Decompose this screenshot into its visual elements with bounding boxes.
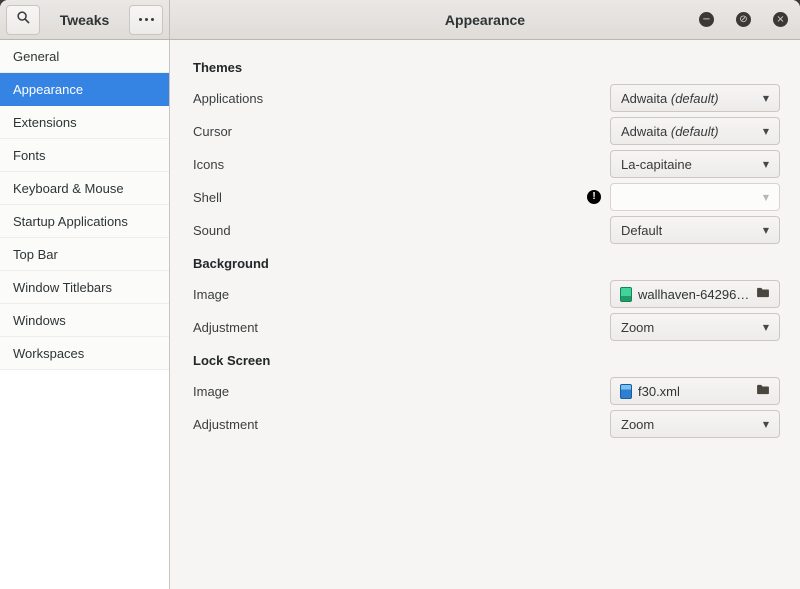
chevron-down-icon: ▼ bbox=[763, 127, 769, 136]
cursor-theme-dropdown[interactable]: Adwaita (default) ▼ bbox=[610, 117, 780, 145]
row-sound: Sound Default ▼ bbox=[193, 216, 780, 244]
maximize-button[interactable]: ⊘ bbox=[736, 12, 751, 27]
app-title: Tweaks bbox=[60, 12, 110, 28]
image-thumbnail-icon bbox=[620, 287, 632, 302]
folder-icon bbox=[756, 285, 770, 303]
sidebar-item-extensions[interactable]: Extensions bbox=[0, 106, 169, 139]
page-title: Appearance bbox=[445, 12, 525, 28]
row-cursor: Cursor Adwaita (default) ▼ bbox=[193, 117, 780, 145]
background-image-file-button[interactable]: wallhaven-64296.jpg bbox=[610, 280, 780, 308]
row-shell: Shell ! ▼ bbox=[193, 183, 780, 211]
close-button[interactable]: × bbox=[773, 12, 788, 27]
background-adjustment-dropdown[interactable]: Zoom ▼ bbox=[610, 313, 780, 341]
sound-label: Sound bbox=[193, 223, 231, 238]
background-image-label: Image bbox=[193, 287, 229, 302]
shell-theme-dropdown: ▼ bbox=[610, 183, 780, 211]
row-lockscreen-image: Image f30.xml bbox=[193, 377, 780, 405]
lockscreen-adjustment-dropdown[interactable]: Zoom ▼ bbox=[610, 410, 780, 438]
lockscreen-image-label: Image bbox=[193, 384, 229, 399]
chevron-down-icon: ▼ bbox=[763, 94, 769, 103]
row-icons: Icons La-capitaine ▼ bbox=[193, 150, 780, 178]
background-adjustment-label: Adjustment bbox=[193, 320, 258, 335]
chevron-down-icon: ▼ bbox=[763, 193, 769, 202]
sidebar-item-keyboard-mouse[interactable]: Keyboard & Mouse bbox=[0, 172, 169, 205]
sidebar-item-appearance[interactable]: Appearance bbox=[0, 73, 169, 106]
icons-label: Icons bbox=[193, 157, 224, 172]
ellipsis-icon bbox=[139, 18, 154, 21]
window-controls: − ⊘ × bbox=[699, 0, 788, 39]
sidebar-item-top-bar[interactable]: Top Bar bbox=[0, 238, 169, 271]
sidebar-item-windows[interactable]: Windows bbox=[0, 304, 169, 337]
sidebar-headerbar: Tweaks bbox=[0, 0, 170, 39]
sidebar-item-window-titlebars[interactable]: Window Titlebars bbox=[0, 271, 169, 304]
sidebar: General Appearance Extensions Fonts Keyb… bbox=[0, 40, 170, 589]
headerbar: Tweaks Appearance − ⊘ × bbox=[0, 0, 800, 40]
row-background-image: Image wallhaven-64296.jpg bbox=[193, 280, 780, 308]
chevron-down-icon: ▼ bbox=[763, 323, 769, 332]
minimize-button[interactable]: − bbox=[699, 12, 714, 27]
row-applications: Applications Adwaita (default) ▼ bbox=[193, 84, 780, 112]
lockscreen-adjustment-label: Adjustment bbox=[193, 417, 258, 432]
appearance-panel: Themes Applications Adwaita (default) ▼ … bbox=[170, 40, 800, 589]
sidebar-item-startup-applications[interactable]: Startup Applications bbox=[0, 205, 169, 238]
chevron-down-icon: ▼ bbox=[763, 226, 769, 235]
lockscreen-image-file-button[interactable]: f30.xml bbox=[610, 377, 780, 405]
sidebar-item-fonts[interactable]: Fonts bbox=[0, 139, 169, 172]
main-headerbar: Appearance − ⊘ × bbox=[170, 0, 800, 39]
sidebar-item-workspaces[interactable]: Workspaces bbox=[0, 337, 169, 370]
shell-label: Shell bbox=[193, 190, 222, 205]
chevron-down-icon: ▼ bbox=[763, 420, 769, 429]
search-button[interactable] bbox=[6, 5, 40, 35]
section-title-themes: Themes bbox=[193, 60, 780, 75]
section-title-lock-screen: Lock Screen bbox=[193, 353, 780, 368]
section-title-background: Background bbox=[193, 256, 780, 271]
menu-button[interactable] bbox=[129, 5, 163, 35]
row-background-adjustment: Adjustment Zoom ▼ bbox=[193, 313, 780, 341]
icons-theme-dropdown[interactable]: La-capitaine ▼ bbox=[610, 150, 780, 178]
image-thumbnail-icon bbox=[620, 384, 632, 399]
search-icon bbox=[16, 10, 31, 30]
row-lockscreen-adjustment: Adjustment Zoom ▼ bbox=[193, 410, 780, 438]
cursor-label: Cursor bbox=[193, 124, 232, 139]
applications-label: Applications bbox=[193, 91, 263, 106]
app-body: General Appearance Extensions Fonts Keyb… bbox=[0, 40, 800, 589]
chevron-down-icon: ▼ bbox=[763, 160, 769, 169]
folder-icon bbox=[756, 382, 770, 400]
warning-icon: ! bbox=[587, 190, 601, 204]
sound-theme-dropdown[interactable]: Default ▼ bbox=[610, 216, 780, 244]
tweaks-window: Tweaks Appearance − ⊘ × General Appearan… bbox=[0, 0, 800, 589]
applications-theme-dropdown[interactable]: Adwaita (default) ▼ bbox=[610, 84, 780, 112]
sidebar-item-general[interactable]: General bbox=[0, 40, 169, 73]
